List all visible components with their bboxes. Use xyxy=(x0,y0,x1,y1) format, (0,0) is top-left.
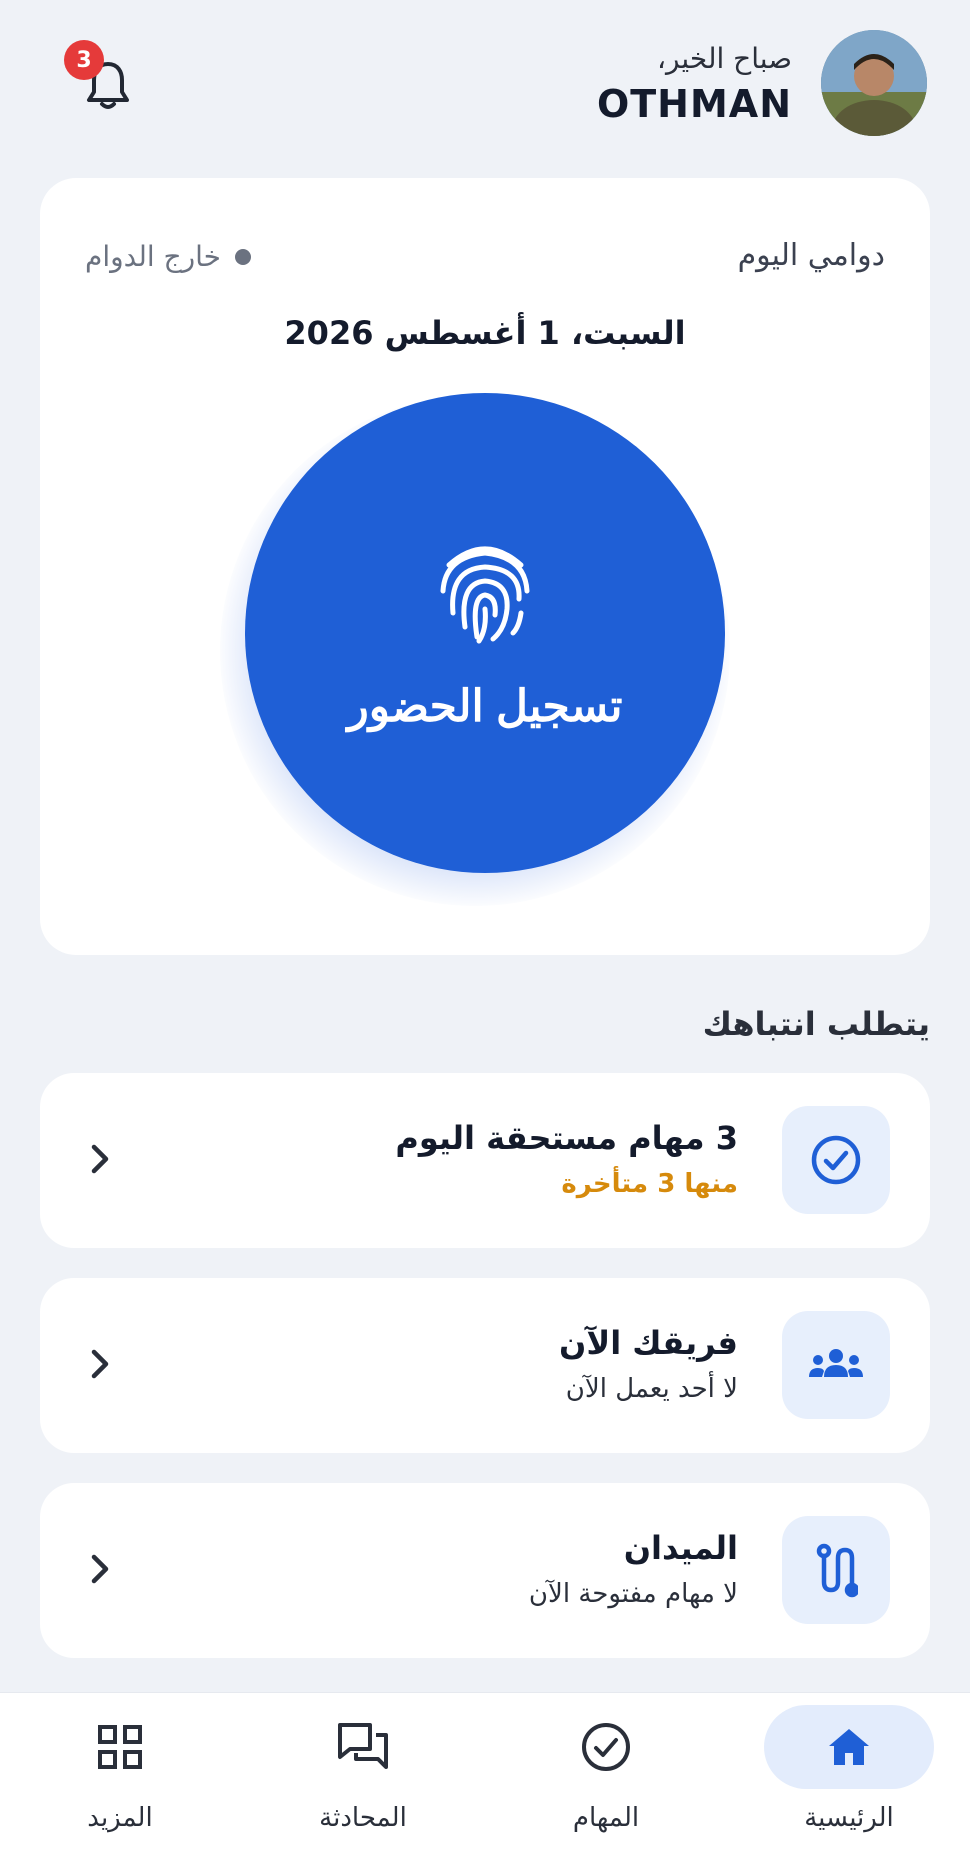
chevron-left-icon xyxy=(91,1349,109,1379)
fingerprint-icon xyxy=(440,546,530,643)
attention-title: يتطلب انتباهك xyxy=(702,1005,930,1043)
nav-label: الرئيسية xyxy=(804,1803,894,1833)
shift-title: دوامي اليوم xyxy=(737,238,885,273)
notifications-button[interactable]: 3 xyxy=(64,40,138,120)
status-dot xyxy=(234,248,251,265)
nav-icon-box xyxy=(521,1705,691,1789)
nav-label: المزيد xyxy=(87,1803,153,1833)
nav-icon-box xyxy=(35,1705,205,1789)
bottom-nav: الرئيسية المهام المحادثة المزيد xyxy=(0,1692,970,1854)
home-icon xyxy=(829,1729,869,1765)
nav-home[interactable]: الرئيسية xyxy=(749,1693,949,1854)
route-icon xyxy=(816,1543,858,1598)
card-subtitle: منها 3 متأخرة xyxy=(561,1169,738,1199)
grid-icon xyxy=(98,1725,142,1769)
card-title: الميدان xyxy=(623,1529,738,1567)
greeting-text: صباح الخير، xyxy=(656,42,792,75)
card-title: فريقك الآن xyxy=(559,1324,738,1362)
check-circle-icon xyxy=(811,1135,861,1185)
chat-icon xyxy=(338,1723,388,1769)
shift-status: خارج الدوام xyxy=(85,240,251,273)
nav-more[interactable]: المزيد xyxy=(20,1693,220,1854)
team-card[interactable]: فريقك الآن لا أحد يعمل الآن xyxy=(40,1278,930,1453)
card-title: 3 مهام مستحقة اليوم xyxy=(395,1119,738,1157)
nav-chat[interactable]: المحادثة xyxy=(263,1693,463,1854)
chevron-left-icon xyxy=(91,1144,109,1174)
avatar-image xyxy=(821,30,927,136)
checkin-label: تسجيل الحضور xyxy=(347,681,623,731)
nav-label: المهام xyxy=(572,1803,640,1833)
team-icon xyxy=(809,1349,863,1377)
nav-icon-box xyxy=(278,1705,448,1789)
shift-card: دوامي اليوم خارج الدوام السبت، 1 أغسطس 2… xyxy=(40,178,930,955)
header: صباح الخير، OTHMAN 3 xyxy=(0,0,970,160)
username: OTHMAN xyxy=(596,82,792,126)
card-icon-box xyxy=(782,1311,890,1419)
field-card[interactable]: الميدان لا مهام مفتوحة الآن xyxy=(40,1483,930,1658)
check-circle-icon xyxy=(582,1723,630,1771)
notification-badge: 3 xyxy=(64,40,104,80)
card-icon-box xyxy=(782,1516,890,1624)
shift-date: السبت، 1 أغسطس 2026 xyxy=(284,314,686,352)
checkin-button[interactable]: تسجيل الحضور xyxy=(245,393,725,873)
nav-label: المحادثة xyxy=(319,1803,407,1833)
card-subtitle: لا مهام مفتوحة الآن xyxy=(528,1579,738,1609)
card-subtitle: لا أحد يعمل الآن xyxy=(565,1374,738,1404)
tasks-due-card[interactable]: 3 مهام مستحقة اليوم منها 3 متأخرة xyxy=(40,1073,930,1248)
chevron-left-icon xyxy=(91,1554,109,1584)
card-icon-box xyxy=(782,1106,890,1214)
nav-tasks[interactable]: المهام xyxy=(506,1693,706,1854)
avatar[interactable] xyxy=(821,30,927,136)
status-label: خارج الدوام xyxy=(85,240,221,273)
nav-icon-box xyxy=(764,1705,934,1789)
